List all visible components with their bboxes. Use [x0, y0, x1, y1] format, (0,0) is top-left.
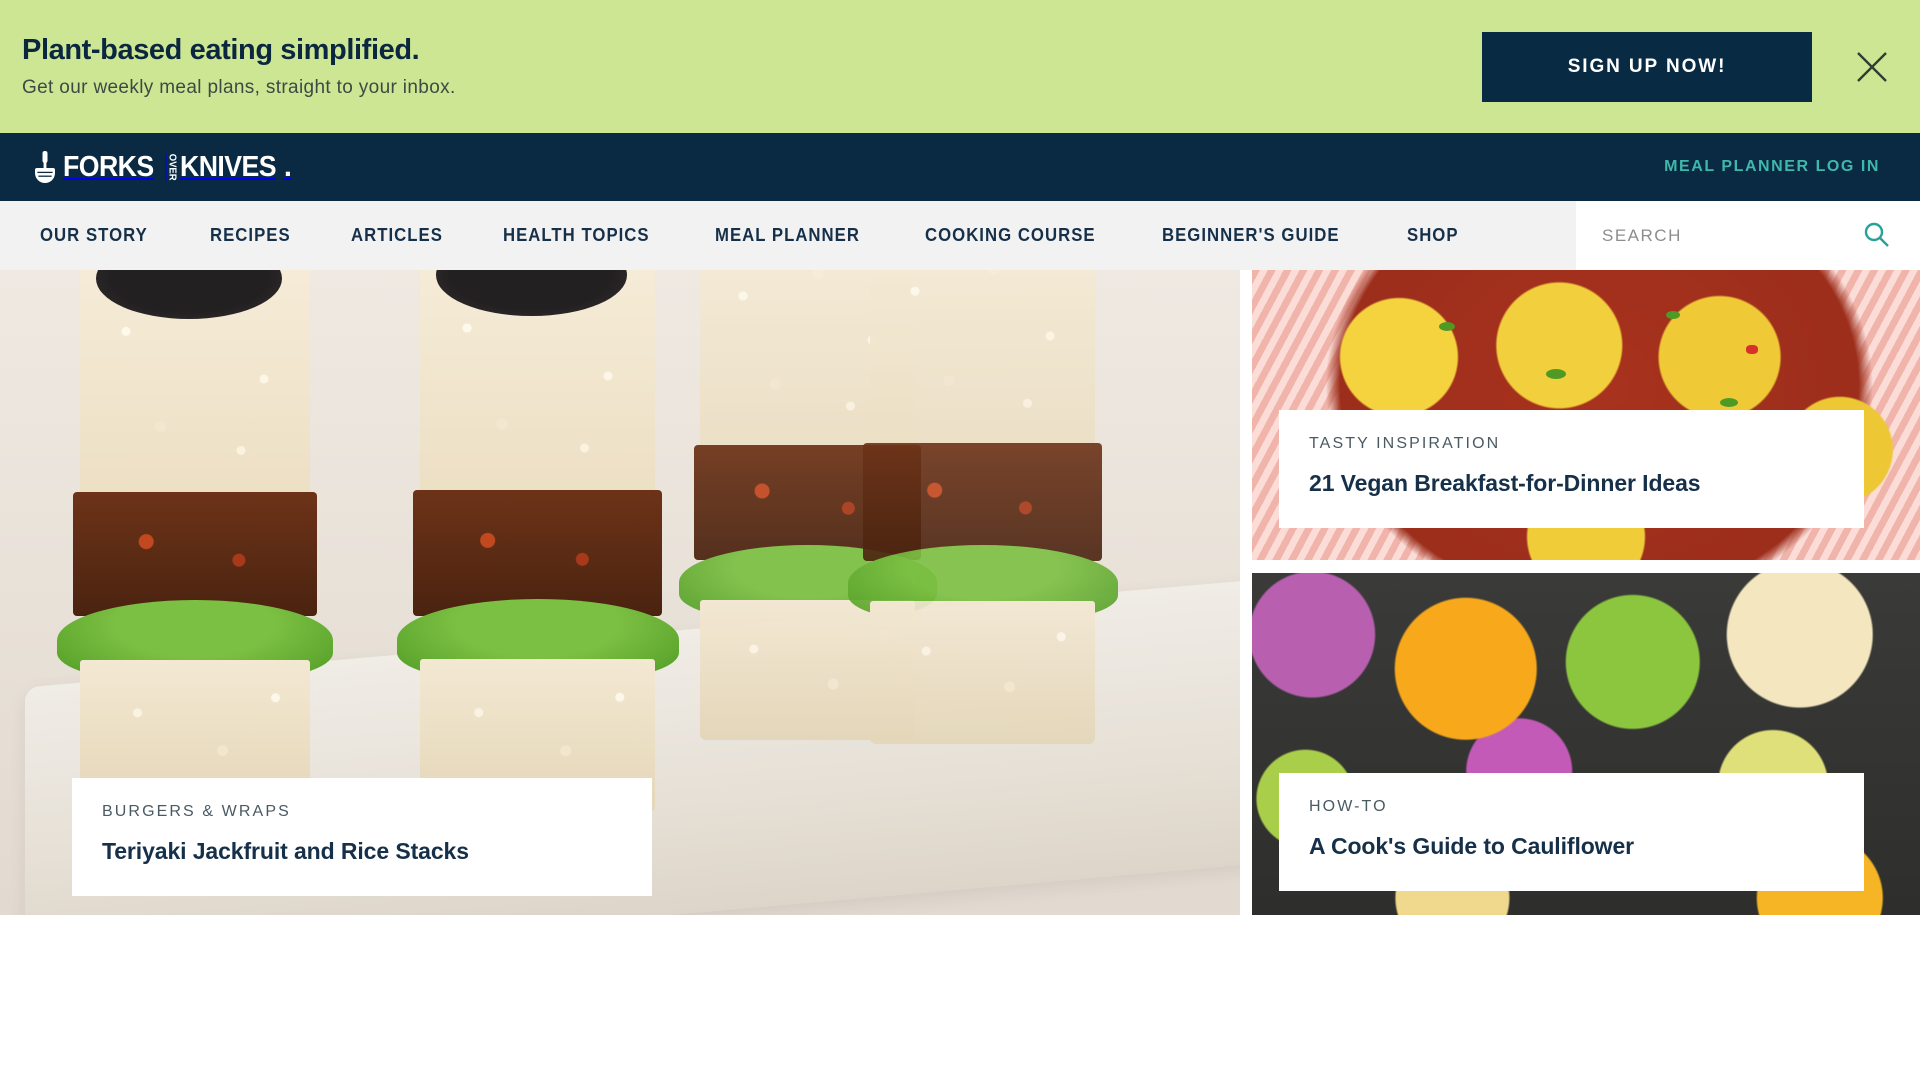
search-container: [1576, 201, 1920, 270]
nav-item-beginners-guide[interactable]: BEGINNER'S GUIDE: [1162, 225, 1340, 246]
breakfast-card-title: 21 Vegan Breakfast-for-Dinner Ideas: [1309, 470, 1701, 496]
hero-card-kicker: BURGERS & WRAPS: [102, 803, 291, 820]
cauliflower-card-kicker: HOW-TO: [1309, 798, 1388, 815]
promo-actions: SIGN UP NOW!: [1482, 31, 1902, 102]
promo-banner: Plant-based eating simplified. Get our w…: [0, 0, 1920, 133]
nav-item-health-topics[interactable]: HEALTH TOPICS: [503, 225, 650, 246]
search-submit-button[interactable]: [1862, 220, 1890, 251]
rice-stack-4: [847, 270, 1118, 745]
site-logo[interactable]: FORKS OVER KNIVES .: [34, 150, 292, 184]
breakfast-card-caption: TASTY INSPIRATION 21 Vegan Breakfast-for…: [1279, 410, 1864, 528]
featured-card-breakfast-for-dinner[interactable]: TASTY INSPIRATION 21 Vegan Breakfast-for…: [1252, 270, 1920, 560]
promo-subtitle: Get our weekly meal plans, straight to y…: [22, 76, 456, 98]
nav-item-meal-planner[interactable]: MEAL PLANNER: [715, 225, 860, 246]
logo-knives-text: KNIVES: [179, 150, 277, 183]
featured-card-cauliflower[interactable]: HOW-TO A Cook's Guide to Cauliflower: [1252, 573, 1920, 915]
hero-card-caption: BURGERS & WRAPS Teriyaki Jackfruit and R…: [72, 778, 652, 896]
nav-items-list: OUR STORY RECIPES ARTICLES HEALTH TOPICS…: [40, 225, 1517, 246]
logo-wordmark: FORKS OVER KNIVES .: [63, 150, 292, 183]
hero-card-title: Teriyaki Jackfruit and Rice Stacks: [102, 838, 469, 864]
rice-stack-2: [396, 270, 679, 812]
promo-text-block: Plant-based eating simplified. Get our w…: [22, 33, 456, 99]
search-input[interactable]: [1602, 225, 1862, 246]
logo-period: .: [283, 150, 292, 183]
main-navigation: OUR STORY RECIPES ARTICLES HEALTH TOPICS…: [0, 201, 1920, 270]
featured-content-grid: BURGERS & WRAPS Teriyaki Jackfruit and R…: [0, 270, 1920, 920]
nav-item-our-story[interactable]: OUR STORY: [40, 225, 148, 246]
close-icon: [1855, 50, 1889, 84]
rice-stack-1: [57, 270, 333, 811]
nav-item-shop[interactable]: SHOP: [1407, 225, 1459, 246]
promo-title: Plant-based eating simplified.: [22, 33, 420, 66]
logo-forks-text: FORKS: [63, 150, 154, 183]
cauliflower-card-caption: HOW-TO A Cook's Guide to Cauliflower: [1279, 773, 1864, 891]
site-topbar: FORKS OVER KNIVES . MEAL PLANNER LOG IN: [0, 133, 1920, 201]
close-banner-button[interactable]: [1842, 37, 1902, 97]
cauliflower-card-title: A Cook's Guide to Cauliflower: [1309, 833, 1635, 859]
meal-planner-login-link[interactable]: MEAL PLANNER LOG IN: [1664, 158, 1880, 176]
nav-item-cooking-course[interactable]: COOKING COURSE: [925, 225, 1096, 246]
featured-card-hero[interactable]: BURGERS & WRAPS Teriyaki Jackfruit and R…: [0, 270, 1240, 915]
sign-up-now-button[interactable]: SIGN UP NOW!: [1482, 31, 1812, 102]
fork-knife-logo-icon: [34, 150, 56, 184]
search-icon: [1862, 220, 1890, 251]
nav-item-recipes[interactable]: RECIPES: [210, 225, 291, 246]
breakfast-card-kicker: TASTY INSPIRATION: [1309, 435, 1501, 452]
nav-item-articles[interactable]: ARTICLES: [351, 225, 443, 246]
logo-over-text: OVER: [166, 153, 178, 181]
